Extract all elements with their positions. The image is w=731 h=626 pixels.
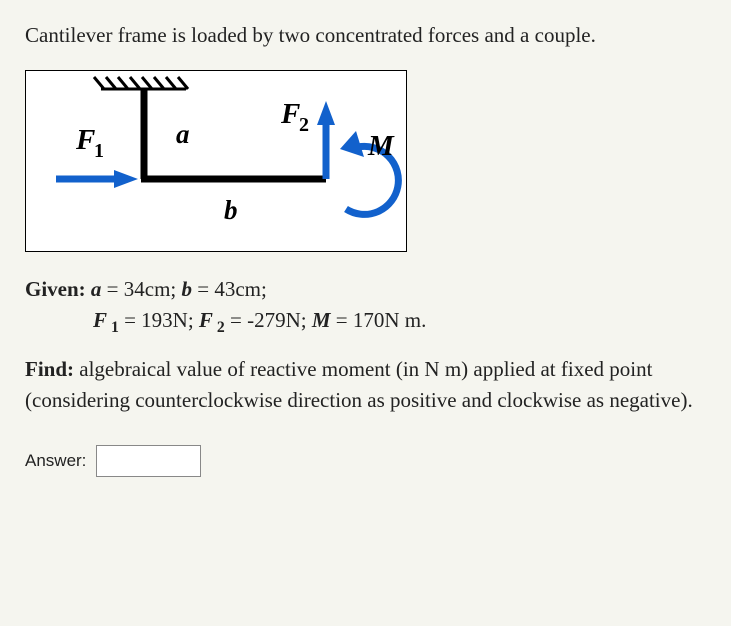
diagram-svg: F 1 a F 2 M b [26, 71, 406, 251]
given-b-val: = 43cm; [192, 277, 267, 301]
svg-text:b: b [224, 195, 238, 225]
svg-text:F: F [280, 98, 300, 130]
given-f2-val: = -279N; [225, 308, 312, 332]
given-b-var: b [182, 277, 193, 301]
svg-text:M: M [367, 130, 395, 162]
svg-text:1: 1 [94, 140, 104, 162]
given-m-val: = 170N m. [331, 308, 427, 332]
given-m-var: M [312, 308, 331, 332]
answer-row: Answer: [25, 445, 706, 477]
svg-text:2: 2 [299, 114, 309, 136]
given-f1-var: F [93, 308, 107, 332]
given-a-val: = 34cm; [101, 277, 181, 301]
given-label: Given: [25, 277, 86, 301]
given-f2-var: F [199, 308, 213, 332]
find-text: algebraical value of reactive moment (in… [25, 357, 693, 413]
answer-label: Answer: [25, 448, 86, 474]
find-section: Find: algebraical value of reactive mome… [25, 354, 706, 417]
find-label: Find: [25, 357, 74, 381]
answer-input[interactable] [96, 445, 201, 477]
given-f1-sub: 1 [107, 319, 119, 336]
frame-diagram: F 1 a F 2 M b [25, 70, 407, 252]
problem-intro: Cantilever frame is loaded by two concen… [25, 20, 706, 52]
given-f1-val: = 193N; [119, 308, 199, 332]
given-f2-sub: 2 [213, 319, 225, 336]
intro-text: Cantilever frame is loaded by two concen… [25, 23, 596, 47]
given-section: Given: a = 34cm; b = 43cm; F 1 = 193N; F… [25, 274, 706, 340]
given-line2: F 1 = 193N; F 2 = -279N; M = 170N m. [25, 305, 706, 340]
svg-text:a: a [176, 119, 190, 149]
given-a-var: a [91, 277, 102, 301]
svg-text:F: F [75, 124, 95, 156]
